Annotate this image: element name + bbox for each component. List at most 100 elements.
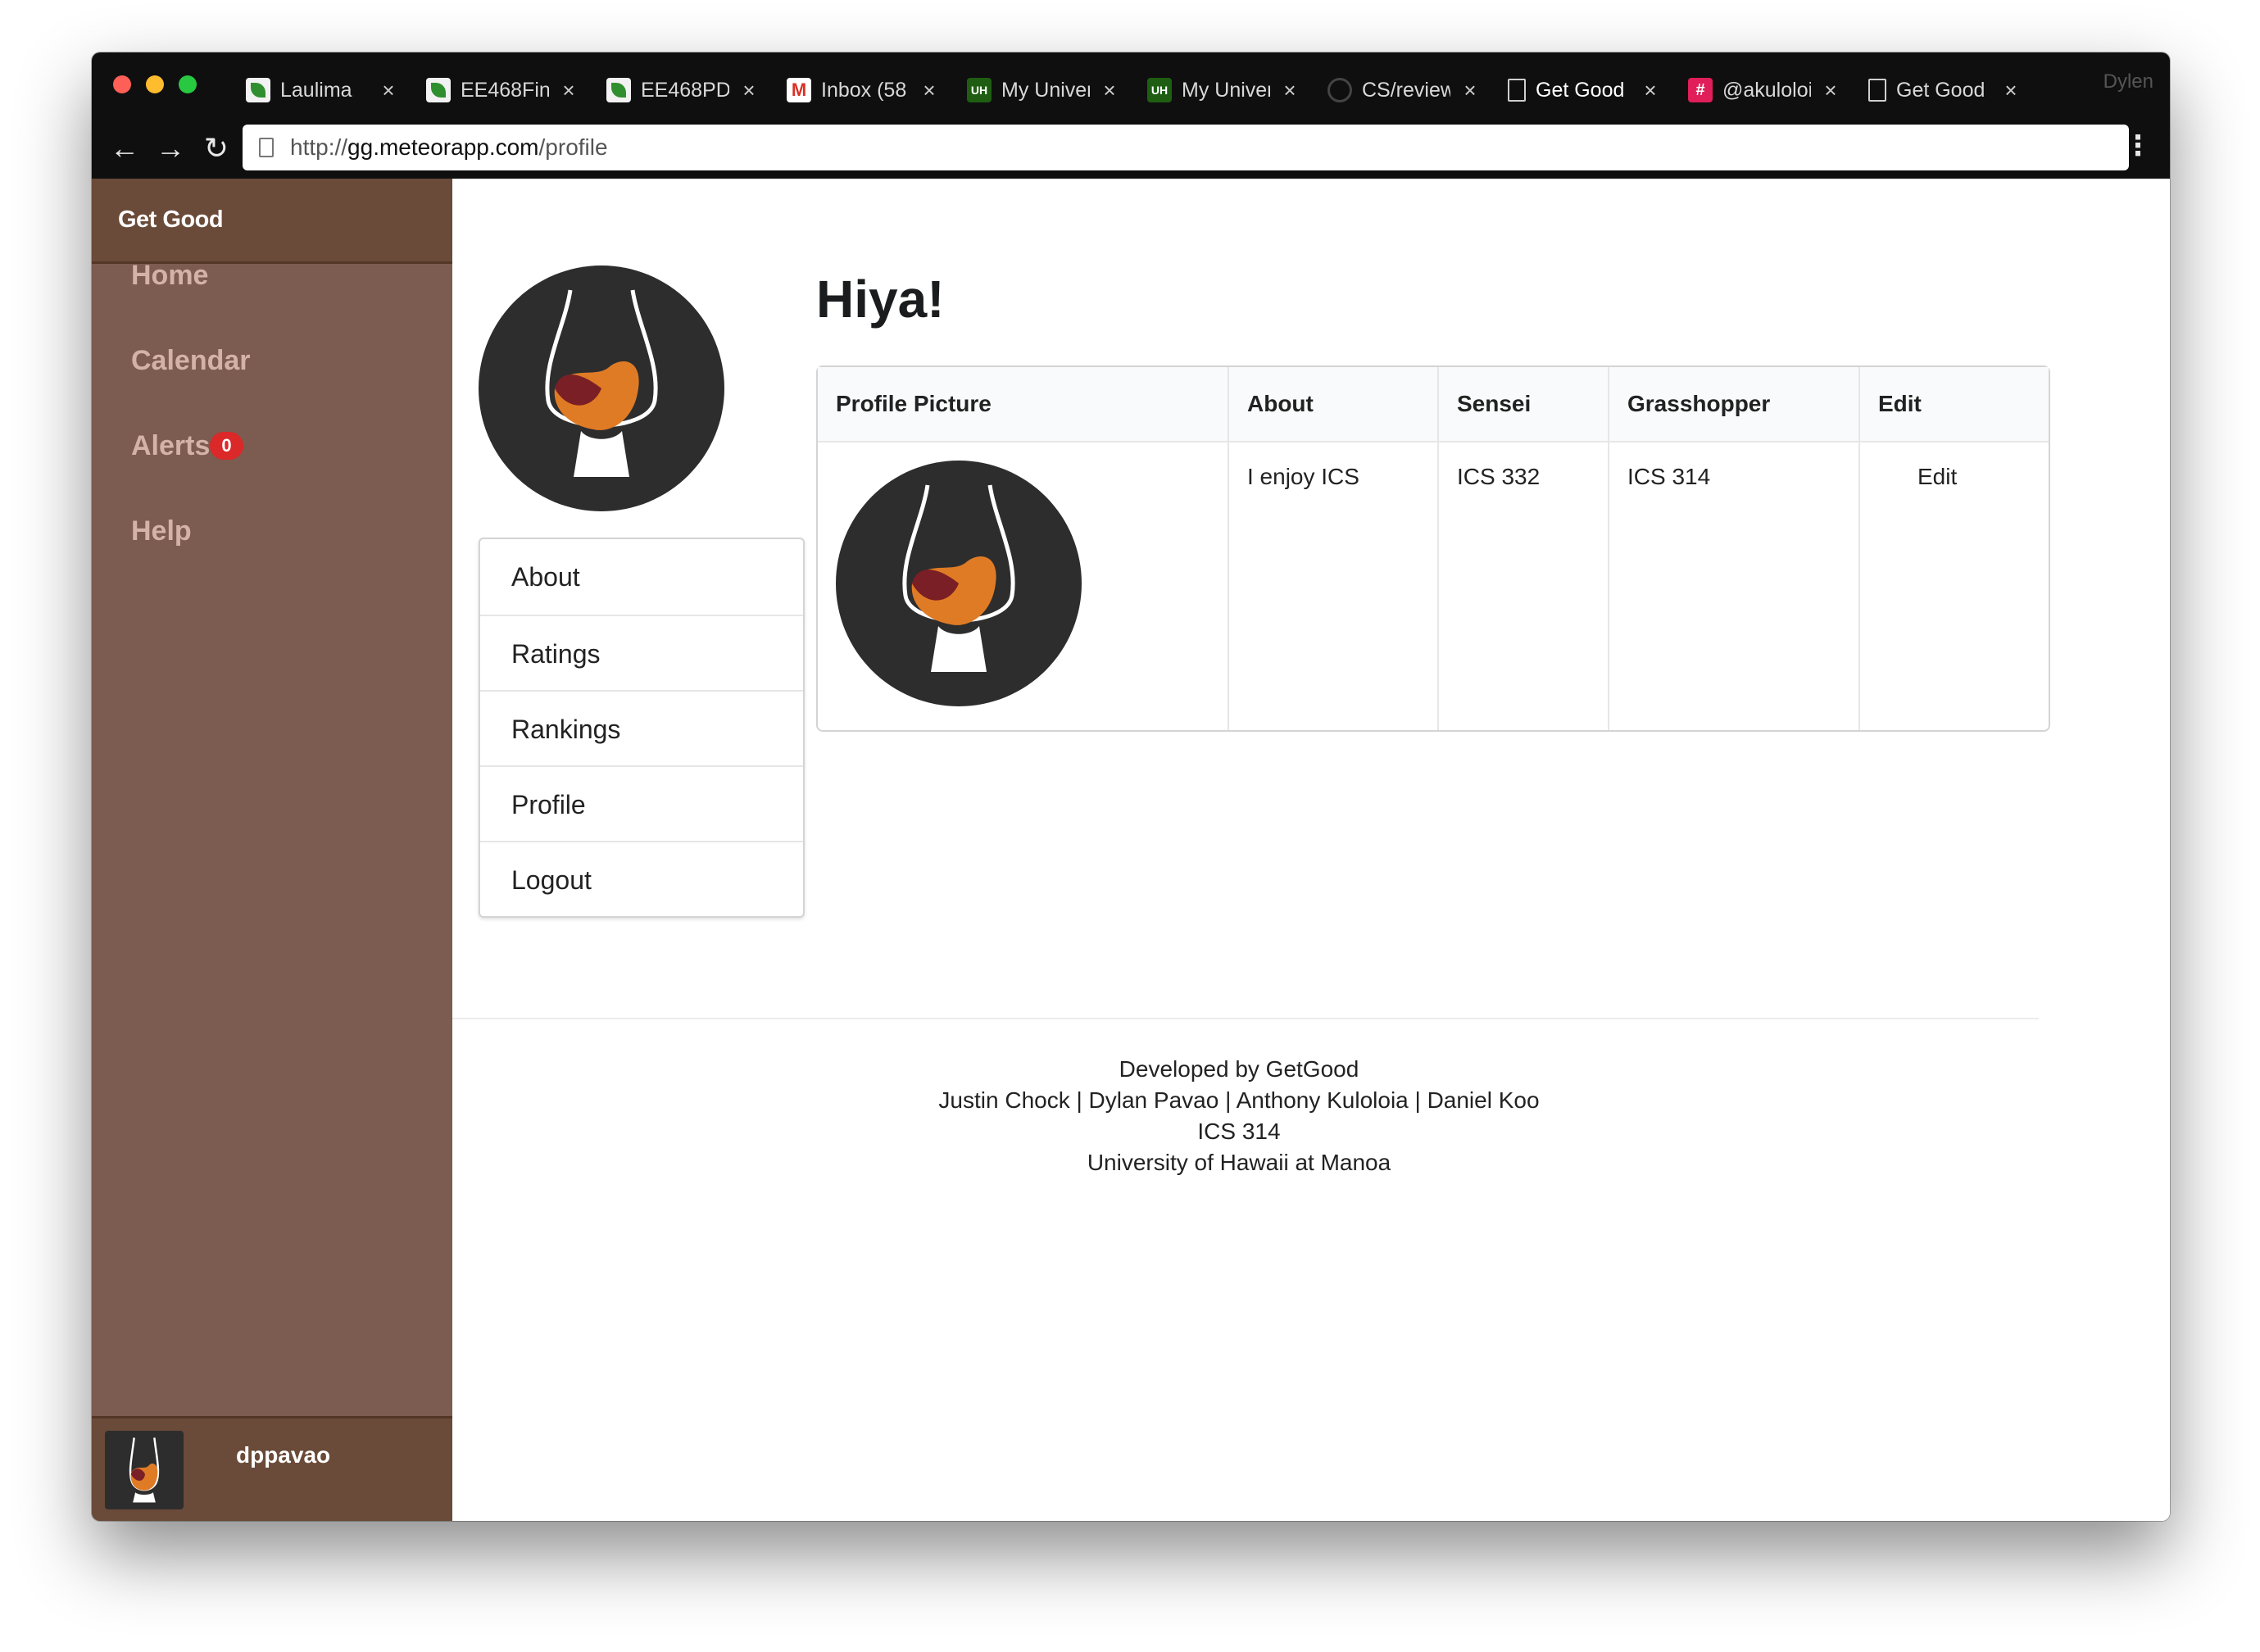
close-tab-icon[interactable]: × [1641, 78, 1660, 103]
browser-menu-icon[interactable]: ⋮ [2124, 129, 2152, 162]
address-bar[interactable]: http://gg.meteorapp.com/profile [243, 125, 2129, 170]
alerts-count-badge: 0 [210, 432, 243, 460]
document-icon [1868, 79, 1886, 102]
browser-tab[interactable]: M Inbox (58 × [770, 62, 951, 118]
footer-line: ICS 314 [1197, 1119, 1281, 1144]
browser-tab[interactable]: Laulima × [229, 62, 410, 118]
uh-icon: UH [1147, 78, 1172, 102]
close-tab-icon[interactable]: × [1821, 78, 1840, 103]
profile-picture [836, 461, 1082, 706]
close-tab-icon[interactable]: × [379, 78, 398, 103]
browser-tab[interactable]: EE468Fin × [410, 62, 590, 118]
tab-label: My Univer [1182, 78, 1270, 102]
tab-label: Inbox (58 [821, 78, 907, 102]
close-tab-icon[interactable]: × [559, 78, 579, 103]
menu-item-ratings[interactable]: Ratings [480, 615, 803, 690]
username: dppavao [236, 1441, 331, 1468]
footer-line: University of Hawaii at Manoa [1087, 1150, 1391, 1175]
menu-item-rankings[interactable]: Rankings [480, 690, 803, 765]
close-tab-icon[interactable]: × [1100, 78, 1119, 103]
browser-tab[interactable]: UH My Univer × [1131, 62, 1311, 118]
url-path: /profile [538, 134, 608, 160]
edit-link[interactable]: Edit [1858, 442, 2049, 730]
sidebar-item-home[interactable]: Home [92, 259, 452, 344]
sensei-cell: ICS 332 [1437, 442, 1608, 730]
uh-icon: UH [967, 78, 992, 102]
menu-item-about[interactable]: About [480, 539, 803, 615]
slack-icon: # [1688, 78, 1713, 102]
tab-label: EE468PD [641, 78, 729, 102]
main-content: About Ratings Rankings Profile Logout Hi… [452, 179, 2170, 1521]
page-info-icon[interactable] [259, 138, 274, 157]
about-cell: I enjoy ICS [1228, 442, 1437, 730]
column-header: Grasshopper [1608, 367, 1858, 442]
gmail-icon: M [787, 78, 811, 102]
leaf-favicon-icon [426, 78, 451, 102]
leaf-favicon-icon [246, 78, 270, 102]
sidebar-item-alerts[interactable]: Alerts 0 [92, 429, 452, 515]
browser-tab[interactable]: CS/review × [1311, 62, 1491, 118]
forward-icon[interactable]: → [147, 125, 193, 171]
tab-label: @akuloloi [1722, 78, 1811, 102]
sidebar-brand[interactable]: Get Good [92, 179, 452, 264]
browser-profile-name[interactable]: Dylen [2103, 70, 2153, 93]
tab-label: Get Good [1896, 78, 1985, 102]
maximize-window-button[interactable] [179, 75, 197, 93]
tab-label: My Univer [1001, 78, 1090, 102]
table-row: I enjoy ICS ICS 332 ICS 314 Edit [818, 442, 2049, 730]
footer-divider [452, 1018, 2039, 1019]
sidebar-user[interactable]: dppavao [92, 1416, 452, 1521]
tab-list: Laulima × EE468Fin × EE468PD × M Inbox (… [229, 62, 2032, 118]
profile-picture-cell [818, 442, 1228, 730]
tab-label: Laulima [280, 78, 352, 102]
close-tab-icon[interactable]: × [919, 78, 939, 103]
close-window-button[interactable] [113, 75, 131, 93]
tab-strip: Laulima × EE468Fin × EE468PD × M Inbox (… [92, 52, 2170, 118]
sidebar-item-calendar[interactable]: Calendar [92, 344, 452, 429]
footer-line: Justin Chock | Dylan Pavao | Anthony Kul… [938, 1087, 1540, 1113]
menu-item-logout[interactable]: Logout [480, 841, 803, 916]
column-header: Edit [1858, 367, 2049, 442]
sidebar: Get Good Home Calendar Alerts 0 Help dppa… [92, 179, 452, 1521]
leaf-favicon-icon [606, 78, 631, 102]
grasshopper-cell: ICS 314 [1608, 442, 1858, 730]
back-icon[interactable]: ← [102, 125, 147, 171]
profile-avatar-large [479, 266, 724, 511]
tab-label: CS/review [1362, 78, 1450, 102]
browser-tab[interactable]: # @akuloloi × [1672, 62, 1852, 118]
tab-label: Get Good [1536, 78, 1625, 102]
page-footer: Developed by GetGood Justin Chock | Dyla… [452, 1054, 2026, 1178]
url-scheme: http:// [290, 134, 348, 160]
avatar [105, 1430, 184, 1509]
footer-line: Developed by GetGood [1119, 1056, 1359, 1082]
tab-label: EE468Fin [461, 78, 549, 102]
reload-icon[interactable]: ↻ [193, 125, 239, 171]
profile-menu: About Ratings Rankings Profile Logout [479, 538, 805, 918]
close-tab-icon[interactable]: × [2001, 78, 2021, 103]
glencairn-glass-icon [129, 1436, 160, 1503]
profile-table: Profile Picture About Sensei Grasshopper… [816, 365, 2050, 732]
page-title: Hiya! [816, 270, 945, 329]
column-header: About [1228, 367, 1437, 442]
menu-item-profile[interactable]: Profile [480, 765, 803, 841]
table-header-row: Profile Picture About Sensei Grasshopper… [818, 367, 2049, 442]
sidebar-item-label: Alerts [131, 430, 211, 461]
column-header: Sensei [1437, 367, 1608, 442]
browser-tab-active[interactable]: Get Good × [1491, 62, 1672, 118]
minimize-window-button[interactable] [146, 75, 164, 93]
browser-tab[interactable]: Get Good × [1852, 62, 2032, 118]
web-page: Get Good Home Calendar Alerts 0 Help dppa… [92, 179, 2170, 1521]
browser-window: Laulima × EE468Fin × EE468PD × M Inbox (… [92, 52, 2170, 1521]
document-icon [1508, 79, 1526, 102]
github-icon [1327, 78, 1352, 102]
browser-tab[interactable]: UH My Univer × [951, 62, 1131, 118]
close-tab-icon[interactable]: × [1460, 78, 1480, 103]
browser-tab[interactable]: EE468PD × [590, 62, 770, 118]
close-tab-icon[interactable]: × [739, 78, 759, 103]
browser-toolbar: ← → ↻ http://gg.meteorapp.com/profile ⋮ [92, 118, 2170, 179]
sidebar-item-help[interactable]: Help [92, 515, 452, 600]
close-tab-icon[interactable]: × [1280, 78, 1300, 103]
column-header: Profile Picture [818, 367, 1228, 442]
url-host: gg.meteorapp.com [347, 134, 539, 160]
window-controls [113, 75, 197, 93]
